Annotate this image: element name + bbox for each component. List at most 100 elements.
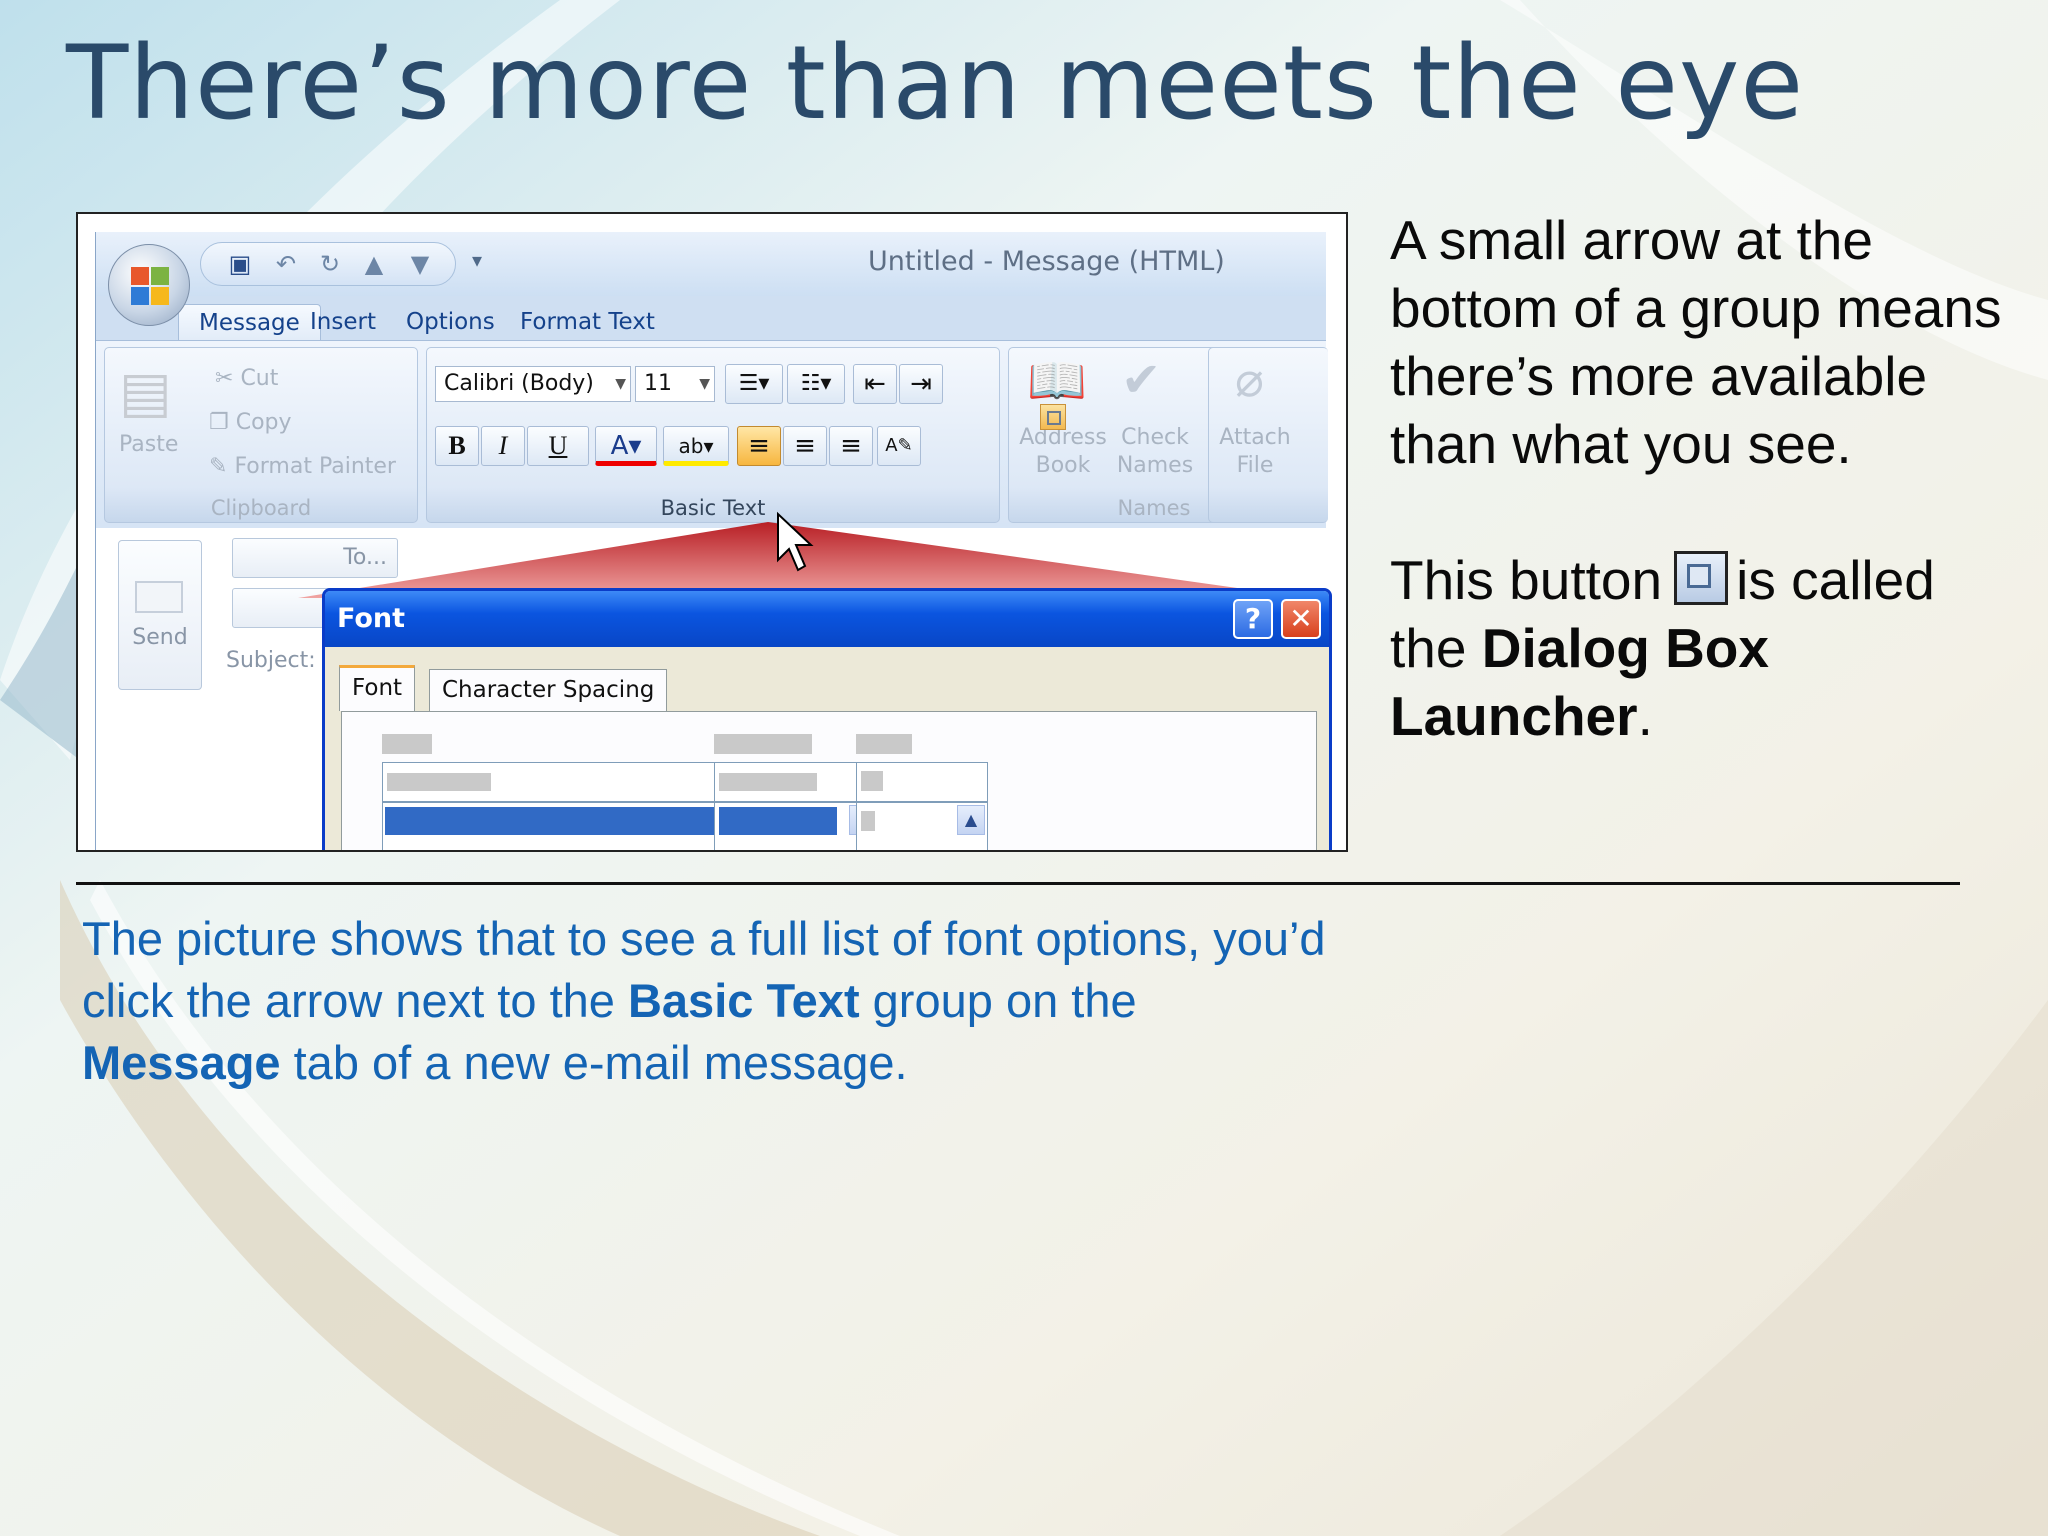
- styles-button[interactable]: A✎: [877, 426, 921, 466]
- previous-item-icon[interactable]: ▲: [359, 249, 389, 279]
- bullets-button[interactable]: ☰▾: [725, 364, 783, 404]
- font-color-icon: A▾: [610, 431, 642, 461]
- font-size-combo[interactable]: 11 ▼: [635, 366, 715, 402]
- tab-options[interactable]: Options: [386, 304, 515, 340]
- tab-format-text[interactable]: Format Text: [500, 304, 675, 340]
- align-left-button[interactable]: ≡: [737, 426, 781, 466]
- tab-character-spacing[interactable]: Character Spacing: [429, 669, 668, 711]
- address-book-button[interactable]: Address Book: [1017, 424, 1109, 480]
- undo-icon[interactable]: ↶: [271, 249, 301, 279]
- attach-file-label-2: File: [1236, 453, 1274, 478]
- font-size-list[interactable]: ▲: [856, 802, 988, 850]
- check-names-button[interactable]: Check Names: [1113, 424, 1197, 480]
- align-center-button[interactable]: ≡: [783, 426, 827, 466]
- increase-indent-button[interactable]: ⇥: [899, 364, 943, 404]
- check-names-label-2: Names: [1116, 453, 1194, 478]
- subject-label: Subject:: [226, 648, 316, 673]
- tab-insert[interactable]: Insert: [290, 304, 396, 340]
- font-size-value: 11: [644, 371, 672, 396]
- next-item-icon[interactable]: ▼: [405, 249, 435, 279]
- format-painter-icon: ✎: [209, 454, 235, 479]
- attach-file-button[interactable]: Attach File: [1213, 424, 1297, 480]
- paperclip-icon: ⌀: [1235, 352, 1264, 408]
- ribbon-tabs: Message Insert Options Format Text: [96, 296, 1326, 340]
- help-button[interactable]: ?: [1233, 599, 1273, 639]
- font-size-input[interactable]: [856, 762, 988, 802]
- caption-part-2: group on the: [872, 974, 1137, 1027]
- tab-font[interactable]: Font: [339, 665, 416, 711]
- text-placeholder: [719, 773, 817, 791]
- quick-access-toolbar: ▣ ↶ ↻ ▲ ▼: [200, 242, 456, 286]
- address-book-label-2: Book: [1035, 453, 1091, 478]
- increase-indent-icon: ⇥: [910, 369, 932, 399]
- office-button[interactable]: [108, 244, 190, 326]
- underline-button[interactable]: U: [527, 426, 589, 466]
- format-painter-button[interactable]: ✎ Format Painter: [209, 454, 396, 479]
- paste-icon: ▤: [119, 360, 172, 425]
- send-label: Send: [132, 625, 188, 650]
- decrease-indent-icon: ⇤: [864, 369, 886, 399]
- highlight-button[interactable]: ab▾: [663, 426, 729, 466]
- label-placeholder: [382, 734, 432, 754]
- close-button[interactable]: ✕: [1281, 599, 1321, 639]
- redo-icon[interactable]: ↻: [315, 249, 345, 279]
- selected-list-item[interactable]: [719, 807, 837, 835]
- title-bar: ▣ ↶ ↻ ▲ ▼ ▾ Untitled - Message (HTML): [96, 232, 1326, 296]
- scroll-up-icon[interactable]: ▲: [957, 805, 985, 835]
- font-tab-panel: ▲ ▲ ▲: [341, 711, 1317, 850]
- save-icon[interactable]: ▣: [225, 249, 255, 279]
- include-group: ⌀ Attach File: [1208, 347, 1328, 523]
- copy-button[interactable]: ❐ Copy: [209, 410, 292, 435]
- clipboard-label: Clipboard: [210, 496, 312, 520]
- align-left-icon: ≡: [748, 431, 770, 461]
- side-explanation: A small arrow at the bottom of a group m…: [1390, 206, 2010, 750]
- text-placeholder: [387, 773, 491, 791]
- side-paragraph-2: This button is called the Dialog Box Laun…: [1390, 546, 2010, 750]
- caption-part-3: tab of a new e-mail message.: [293, 1036, 908, 1089]
- bold-button[interactable]: B: [435, 426, 479, 466]
- align-right-icon: ≡: [840, 431, 862, 461]
- side-text-before: This button: [1390, 549, 1663, 611]
- font-dialog: Font ? ✕ Font Character Spacing ▲ ▲: [322, 588, 1332, 850]
- outlook-screenshot: ▣ ↶ ↻ ▲ ▼ ▾ Untitled - Message (HTML) Me…: [76, 212, 1348, 852]
- cut-button[interactable]: ✂ Cut: [215, 366, 278, 391]
- caption-basic-text: Basic Text: [627, 974, 860, 1027]
- to-button[interactable]: To...: [232, 538, 398, 578]
- styles-icon: A✎: [885, 435, 913, 456]
- copy-icon: ❐: [209, 410, 236, 435]
- paste-button[interactable]: Paste: [119, 432, 178, 457]
- window-title: Untitled - Message (HTML): [868, 246, 1225, 277]
- italic-button[interactable]: I: [481, 426, 525, 466]
- chevron-down-icon[interactable]: ▼: [615, 367, 626, 401]
- slide-title: There’s more than meets the eye: [66, 24, 1805, 143]
- font-color-button[interactable]: A▾: [595, 426, 657, 466]
- divider-line: [76, 882, 1960, 885]
- attach-file-label-1: Attach: [1219, 425, 1291, 450]
- highlight-icon: ab▾: [678, 434, 714, 458]
- font-name-value: Calibri (Body): [444, 371, 594, 396]
- font-dialog-title-bar: Font ? ✕: [325, 591, 1329, 647]
- font-name-combo[interactable]: Calibri (Body) ▼: [435, 366, 631, 402]
- office-logo-icon: [131, 267, 169, 305]
- decrease-indent-button[interactable]: ⇤: [853, 364, 897, 404]
- text-placeholder: [861, 811, 875, 831]
- dialog-box-launcher[interactable]: [1040, 404, 1066, 430]
- numbering-icon: ☷▾: [800, 371, 832, 396]
- label-placeholder: [856, 734, 912, 754]
- caption-message: Message: [82, 1036, 281, 1089]
- copy-label: Copy: [235, 410, 292, 435]
- text-placeholder: [861, 771, 883, 791]
- send-button[interactable]: Send: [118, 540, 202, 690]
- align-right-button[interactable]: ≡: [829, 426, 873, 466]
- side-paragraph-1: A small arrow at the bottom of a group m…: [1390, 209, 2002, 475]
- send-icon: [135, 581, 183, 613]
- chevron-down-icon[interactable]: ▼: [699, 367, 710, 401]
- check-names-icon: ✔: [1121, 352, 1162, 408]
- ribbon: ▤ Paste ✂ Cut ❐ Copy ✎ Format Painter Cl…: [96, 340, 1328, 528]
- font-dialog-title: Font: [337, 603, 406, 634]
- dialog-box-launcher-icon: [1674, 551, 1729, 605]
- selected-list-item[interactable]: [385, 807, 755, 835]
- customize-toolbar-icon[interactable]: ▾: [472, 248, 482, 272]
- numbering-button[interactable]: ☷▾: [787, 364, 845, 404]
- cut-label: Cut: [240, 366, 279, 391]
